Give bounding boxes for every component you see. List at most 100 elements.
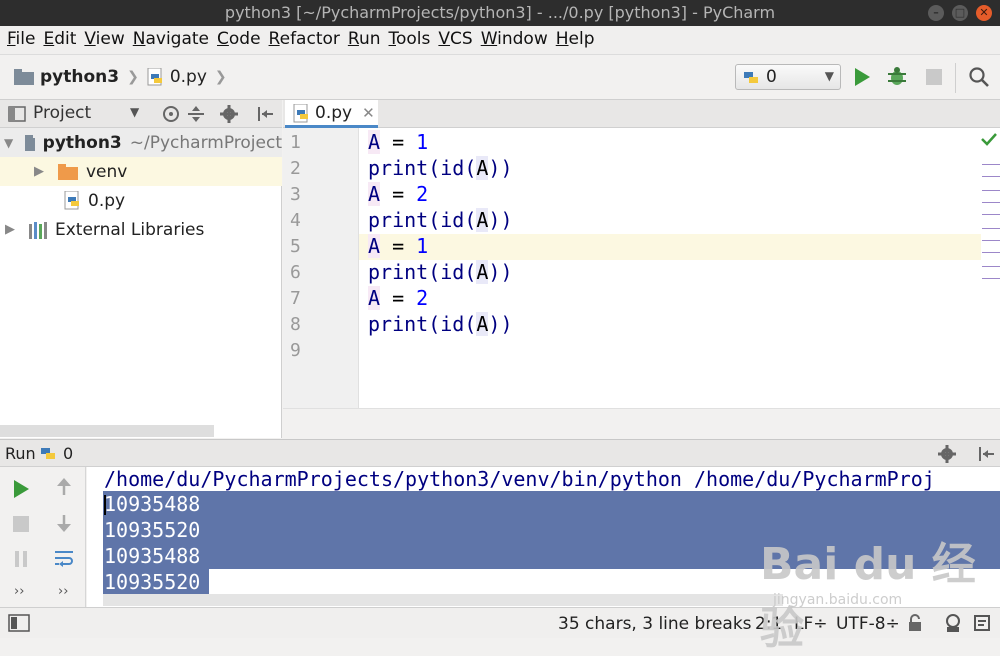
folder-icon: [25, 134, 35, 151]
code-line: print(id(A)): [368, 260, 513, 284]
chevron-right-icon: ❯: [214, 69, 227, 85]
tree-root-path: ~/PycharmProject: [129, 132, 282, 153]
navigation-bar: python3 ❯ 0.py ❯ 0 ▼: [0, 54, 1000, 100]
menu-view[interactable]: View: [77, 26, 124, 54]
tree-item-file[interactable]: 0.py: [0, 186, 282, 215]
project-panel-icon: [8, 106, 26, 122]
editor-bottom-area: [283, 408, 1000, 438]
target-icon[interactable]: [162, 105, 180, 123]
run-panel-header: Run 0: [0, 439, 1000, 467]
editor-tab-bar: 0.py ✕: [283, 100, 1000, 128]
panel-toggle-icon[interactable]: [8, 614, 30, 632]
menu-tools[interactable]: Tools: [382, 26, 431, 54]
stop-icon: [13, 516, 29, 532]
menu-refactor[interactable]: Refactor: [262, 26, 340, 54]
run-button[interactable]: [850, 65, 874, 89]
code-line: A = 2: [368, 286, 429, 310]
usage-marker[interactable]: [982, 278, 1000, 279]
collapsed-arrow-icon[interactable]: ▶: [34, 164, 44, 179]
stop-icon: [926, 69, 942, 85]
horizontal-scrollbar[interactable]: [103, 594, 783, 606]
line-number: 9: [290, 340, 301, 361]
debug-button[interactable]: [885, 65, 909, 89]
tree-item-label: External Libraries: [55, 219, 205, 240]
python-file-icon: [744, 72, 758, 83]
tree-item-external-libraries[interactable]: ▶ External Libraries: [0, 215, 282, 244]
minimize-icon[interactable]: –: [928, 5, 944, 21]
more-icon[interactable]: ››: [58, 584, 68, 599]
menu-help[interactable]: Help: [549, 26, 595, 54]
horizontal-scrollbar[interactable]: [0, 425, 214, 437]
wrap-icon: [55, 551, 73, 567]
search-icon: [969, 67, 989, 87]
run-config-dropdown[interactable]: 0 ▼: [735, 64, 841, 90]
run-config-name[interactable]: 0: [63, 444, 73, 463]
usage-marker[interactable]: [982, 252, 1000, 253]
more-icon[interactable]: ››: [14, 584, 24, 599]
usage-marker[interactable]: [982, 202, 1000, 203]
breadcrumb-project[interactable]: python3: [40, 67, 119, 87]
project-tree: ▼ python3 ~/PycharmProject ▶ venv 0.py ▶…: [0, 128, 282, 438]
hide-panel-icon[interactable]: [977, 445, 995, 463]
soft-wrap-button[interactable]: [52, 546, 76, 570]
line-number: 6: [290, 262, 301, 283]
usage-marker[interactable]: [982, 228, 1000, 229]
scroll-up-button[interactable]: [52, 475, 76, 499]
collapse-all-icon[interactable]: [187, 105, 205, 123]
breadcrumb-file[interactable]: 0.py: [170, 67, 207, 87]
search-button[interactable]: [967, 65, 991, 89]
code-line: A = 1: [368, 234, 429, 258]
stop-button[interactable]: [9, 512, 33, 536]
scroll-down-button[interactable]: [52, 511, 76, 535]
collapsed-arrow-icon[interactable]: ▶: [5, 222, 15, 237]
gear-icon[interactable]: [937, 444, 957, 464]
menu-run[interactable]: Run: [341, 26, 381, 54]
usage-marker[interactable]: [982, 190, 1000, 191]
console-command: /home/du/PycharmProjects/python3/venv/bi…: [104, 467, 935, 491]
console-output-line: 10935520: [104, 518, 201, 542]
tab-0-py[interactable]: 0.py ✕: [285, 100, 378, 128]
code-line: print(id(A)): [368, 208, 513, 232]
gear-icon[interactable]: [219, 104, 239, 124]
close-tab-icon[interactable]: ✕: [362, 104, 375, 122]
python-file-icon: [64, 191, 79, 210]
play-icon: [14, 480, 29, 498]
checkmark-icon: [981, 133, 997, 146]
usage-marker[interactable]: [982, 240, 1000, 241]
console-output-line: 10935488: [104, 492, 201, 516]
hide-panel-icon[interactable]: [256, 105, 274, 123]
python-file-icon: [293, 104, 308, 123]
folder-icon: [58, 163, 78, 180]
menu-vcs[interactable]: VCS: [431, 26, 472, 54]
chevron-down-icon[interactable]: ▼: [130, 105, 139, 119]
expanded-arrow-icon[interactable]: ▼: [4, 136, 13, 150]
usage-marker[interactable]: [982, 176, 1000, 177]
project-panel-header: Project ▼: [0, 100, 282, 128]
line-number: 4: [290, 210, 301, 231]
menu-code[interactable]: Code: [210, 26, 261, 54]
line-number: 5: [290, 236, 301, 257]
code-line: A = 1: [368, 130, 429, 154]
pause-button[interactable]: [9, 547, 33, 571]
maximize-icon[interactable]: □: [952, 5, 968, 21]
menu-window[interactable]: Window: [474, 26, 548, 54]
project-panel-title: Project: [33, 103, 92, 123]
usage-marker[interactable]: [982, 266, 1000, 267]
line-number: 1: [290, 132, 301, 153]
menu-navigate[interactable]: Navigate: [126, 26, 209, 54]
line-number: 2: [290, 158, 301, 179]
code-editor[interactable]: 1 2 3 4 5 6 7 8 9 A = 1 print(id(A)) A =…: [283, 128, 1000, 438]
menu-edit[interactable]: Edit: [36, 26, 76, 54]
error-stripe[interactable]: [980, 128, 1000, 348]
arrow-down-icon: [57, 515, 71, 532]
stop-button[interactable]: [922, 65, 946, 89]
tree-item-venv[interactable]: ▶ venv: [0, 157, 282, 186]
rerun-button[interactable]: [9, 477, 33, 501]
usage-marker[interactable]: [982, 164, 1000, 165]
menu-file[interactable]: File: [0, 26, 35, 54]
tree-item-root[interactable]: ▼ python3 ~/PycharmProject: [0, 128, 282, 157]
chevron-right-icon: ❯: [127, 69, 139, 85]
window-title: python3 [~/PycharmProjects/python3] - ..…: [224, 3, 776, 22]
close-icon[interactable]: ✕: [976, 5, 992, 21]
usage-marker[interactable]: [982, 214, 1000, 215]
